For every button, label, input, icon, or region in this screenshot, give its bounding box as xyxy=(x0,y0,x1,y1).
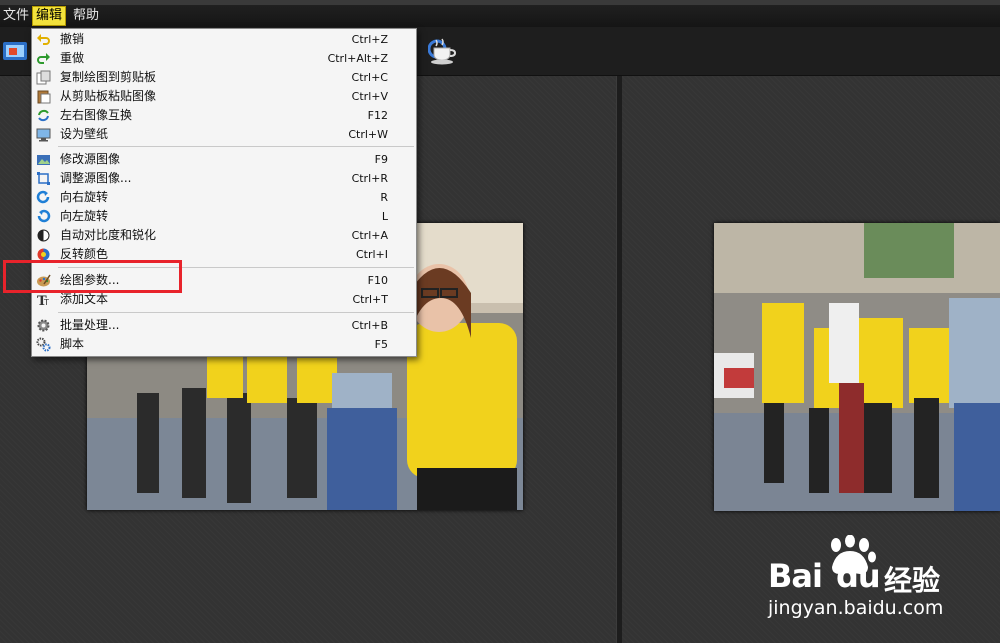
menu-shortcut: F9 xyxy=(374,153,388,166)
swap-icon xyxy=(36,108,51,123)
crop-icon xyxy=(36,171,51,186)
paste-icon xyxy=(36,89,51,104)
menu-shortcut: L xyxy=(381,210,388,223)
watermark-url: jingyan.baidu.com xyxy=(768,597,944,619)
menu-label: 批量处理... xyxy=(60,318,120,332)
watermark-brand-du: du xyxy=(836,557,881,595)
menu-shortcut: Ctrl+C xyxy=(351,71,388,84)
coffee-cup-icon[interactable] xyxy=(430,36,457,65)
menu-label: 重做 xyxy=(60,51,85,65)
menu-edit[interactable]: 编辑 xyxy=(32,6,67,26)
copy-icon xyxy=(36,70,51,85)
menu-shortcut: F12 xyxy=(367,109,388,122)
menu-label: 向右旋转 xyxy=(60,190,109,204)
menu-shortcut: Ctrl+Alt+Z xyxy=(327,52,388,65)
menu-shortcut: Ctrl+Z xyxy=(351,33,388,46)
menu-shortcut: Ctrl+W xyxy=(348,128,388,141)
menu-label: 向左旋转 xyxy=(60,209,109,223)
menu-label: 左右图像互换 xyxy=(60,108,133,122)
open-folder-icon[interactable] xyxy=(2,37,28,63)
menu-label: 脚本 xyxy=(60,337,85,351)
menu-shortcut: Ctrl+R xyxy=(351,172,388,185)
result-image xyxy=(714,223,1000,511)
menu-item-adjust-source[interactable]: 调整源图像... Ctrl+R xyxy=(32,169,416,188)
menu-separator xyxy=(58,146,414,147)
menu-label: 撤销 xyxy=(60,32,85,46)
menu-label: 自动对比度和锐化 xyxy=(60,228,157,242)
menu-help[interactable]: 帮助 xyxy=(70,7,102,25)
menu-shortcut: F10 xyxy=(367,274,388,287)
edit-dropdown-menu: 撤销 Ctrl+Z 重做 Ctrl+Alt+Z 复制绘图到剪贴板 Ctrl+C … xyxy=(31,28,417,357)
menu-label: 从剪贴板粘贴图像 xyxy=(60,89,157,103)
menu-shortcut: Ctrl+A xyxy=(351,229,388,242)
contrast-icon xyxy=(36,228,51,243)
rotate-left-icon xyxy=(36,209,51,224)
edit-image-icon xyxy=(36,152,51,167)
menu-item-batch-process[interactable]: 批量处理... Ctrl+B xyxy=(32,316,416,335)
menu-shortcut: F5 xyxy=(374,338,388,351)
menu-shortcut: Ctrl+V xyxy=(351,90,388,103)
menu-item-swap-images[interactable]: 左右图像互换 F12 xyxy=(32,106,416,125)
menu-label: 调整源图像... xyxy=(60,171,132,185)
redo-icon xyxy=(36,51,51,66)
menu-item-set-wallpaper[interactable]: 设为壁纸 Ctrl+W xyxy=(32,125,416,144)
text-icon: TT xyxy=(36,292,51,309)
menu-shortcut: R xyxy=(380,191,388,204)
svg-text:T: T xyxy=(43,298,49,307)
menu-item-rotate-right[interactable]: 向右旋转 R xyxy=(32,188,416,207)
menu-label: 修改源图像 xyxy=(60,152,121,166)
menu-label: 添加文本 xyxy=(60,292,109,306)
wallpaper-icon xyxy=(36,127,51,142)
watermark-brand-jingyan: 经验 xyxy=(884,564,941,597)
menu-item-paste-from-clipboard[interactable]: 从剪贴板粘贴图像 Ctrl+V xyxy=(32,87,416,106)
watermark-brand-bai: Bai xyxy=(768,557,823,595)
rotate-right-icon xyxy=(36,190,51,205)
menu-item-script[interactable]: 脚本 F5 xyxy=(32,335,416,354)
menu-label: 设为壁纸 xyxy=(60,127,109,141)
menu-shortcut: Ctrl+T xyxy=(352,293,388,306)
menu-item-modify-source[interactable]: 修改源图像 F9 xyxy=(32,150,416,169)
highlight-annotation-box xyxy=(3,260,182,293)
menu-item-rotate-left[interactable]: 向左旋转 L xyxy=(32,207,416,226)
menu-separator xyxy=(58,312,414,313)
batch-gear-icon xyxy=(36,318,51,333)
menu-item-redo[interactable]: 重做 Ctrl+Alt+Z xyxy=(32,49,416,68)
menu-label: 复制绘图到剪贴板 xyxy=(60,70,157,84)
menu-item-undo[interactable]: 撤销 Ctrl+Z xyxy=(32,30,416,49)
script-gears-icon xyxy=(36,337,51,352)
menu-file[interactable]: 文件 xyxy=(0,7,32,25)
menu-shortcut: Ctrl+B xyxy=(351,319,388,332)
menu-bar: 文件 编辑 帮助 xyxy=(0,5,1000,27)
menu-item-copy-to-clipboard[interactable]: 复制绘图到剪贴板 Ctrl+C xyxy=(32,68,416,87)
menu-item-auto-contrast[interactable]: 自动对比度和锐化 Ctrl+A xyxy=(32,226,416,245)
menu-shortcut: Ctrl+I xyxy=(355,248,388,261)
undo-icon xyxy=(36,32,51,47)
